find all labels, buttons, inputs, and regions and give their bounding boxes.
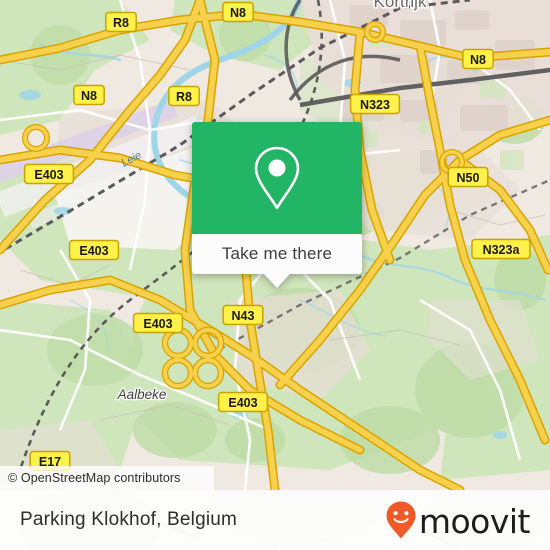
moovit-wordmark: moovit [418,501,531,541]
road-shield-label: N323a [483,243,521,257]
road-shield-label: R8 [176,90,192,104]
road-shield-label: N8 [81,89,97,103]
attribution-text: © OpenStreetMap contributors [8,471,181,485]
road-shield-label: E403 [34,168,63,182]
map-place-label: Kortrijk [374,0,427,11]
road-shield: E403 [132,312,184,334]
road-shield: N323 [349,93,401,115]
page-title: Parking Klokhof, Belgium [20,509,238,530]
road-shield: N43 [222,304,264,326]
destination-popup[interactable]: Take me there [192,122,362,288]
road-shield: N8 [73,84,105,106]
road-shield: E403 [23,163,75,185]
take-me-there-button[interactable]: Take me there [192,234,362,288]
road-shield-label: N43 [232,309,255,323]
road-shield-label: E403 [143,317,172,331]
take-me-there-label: Take me there [221,244,333,263]
map-attribution: © OpenStreetMap contributors [0,466,214,490]
popup-header [192,122,362,234]
road-shield-label: N323 [360,98,390,112]
road-shield: N8 [462,48,494,70]
moovit-logo[interactable]: moovit [385,500,531,541]
road-shield-label: R8 [113,16,129,30]
road-shield: E403 [68,239,120,261]
road-shield-label: N50 [457,171,480,185]
road-shield: E403 [217,391,269,413]
road-shield-label: N8 [470,53,486,67]
road-shield-label: N8 [230,6,246,20]
road-shield-label: E403 [79,244,108,258]
road-shield: N323a [471,238,531,260]
road-shield: N8 [222,1,254,23]
road-shield: N50 [447,166,489,188]
map-pin-icon [254,146,300,210]
popup-pointer [264,274,290,288]
map-place-label: Aalbeke [117,387,167,402]
moovit-smiley-pin-icon [386,501,416,539]
road-shield: R8 [105,11,137,33]
map-screenshot: Kortrijk Aalbeke Leie R8 N8 N8 N8 R8 N323 E403 N5… [0,0,550,550]
footer-bar: Parking Klokhof, Belgium moovit [0,490,550,550]
road-shield: R8 [168,85,200,107]
map-canvas[interactable]: Kortrijk Aalbeke Leie R8 N8 N8 N8 R8 N323 E403 N5… [0,0,550,490]
road-shield-label: E403 [228,396,257,410]
